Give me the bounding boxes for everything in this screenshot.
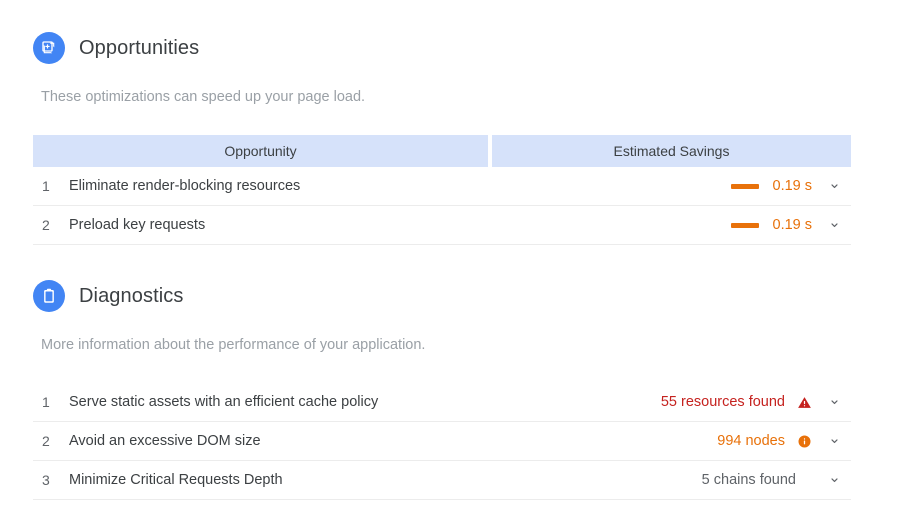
savings-bar-indicator bbox=[730, 222, 759, 228]
row-value-group: 994 nodes bbox=[717, 429, 846, 453]
opportunities-table-header: Opportunity Estimated Savings bbox=[33, 135, 851, 167]
table-row[interactable]: 2 Preload key requests 0.19 s bbox=[33, 206, 851, 245]
column-header-opportunity: Opportunity bbox=[33, 135, 488, 167]
row-index: 3 bbox=[42, 472, 50, 488]
row-index: 1 bbox=[42, 178, 50, 194]
row-label: Eliminate render-blocking resources bbox=[69, 177, 301, 194]
row-value: 0.19 s bbox=[772, 177, 813, 194]
lighthouse-report-page: Opportunities These optimizations can sp… bbox=[0, 0, 909, 523]
diagnostics-title: Diagnostics bbox=[79, 285, 184, 307]
row-value-group: 5 chains found bbox=[702, 468, 846, 492]
opportunities-section: Opportunities These optimizations can sp… bbox=[0, 32, 909, 245]
diagnostics-clipboard-icon bbox=[33, 280, 65, 312]
chevron-down-icon[interactable] bbox=[822, 390, 846, 414]
column-header-estimated-savings: Estimated Savings bbox=[492, 135, 851, 167]
warning-triangle-icon bbox=[796, 394, 812, 410]
row-index: 1 bbox=[42, 394, 50, 410]
row-value-group: 0.19 s bbox=[730, 174, 847, 198]
row-value: 5 chains found bbox=[701, 471, 796, 488]
table-row[interactable]: 2 Avoid an excessive DOM size 994 nodes bbox=[33, 422, 851, 461]
row-label: Avoid an excessive DOM size bbox=[69, 432, 261, 449]
row-label: Preload key requests bbox=[69, 216, 206, 233]
opportunities-header: Opportunities bbox=[0, 32, 909, 64]
row-value-group: 55 resources found bbox=[661, 390, 846, 414]
row-value: 994 nodes bbox=[717, 432, 785, 449]
chevron-down-icon[interactable] bbox=[822, 468, 846, 492]
table-row[interactable]: 3 Minimize Critical Requests Depth 5 cha… bbox=[33, 461, 851, 500]
row-value: 0.19 s bbox=[772, 216, 813, 233]
diagnostics-header: Diagnostics bbox=[0, 280, 909, 312]
diagnostics-table: 1 Serve static assets with an efficient … bbox=[33, 383, 851, 500]
row-index: 2 bbox=[42, 217, 50, 233]
opportunities-title: Opportunities bbox=[79, 37, 200, 59]
row-label: Serve static assets with an efficient ca… bbox=[69, 393, 379, 410]
table-row[interactable]: 1 Eliminate render-blocking resources 0.… bbox=[33, 167, 851, 206]
row-index: 2 bbox=[42, 433, 50, 449]
info-circle-icon bbox=[796, 433, 812, 449]
chevron-down-icon[interactable] bbox=[822, 429, 846, 453]
opportunities-subtitle: These optimizations can speed up your pa… bbox=[41, 89, 366, 105]
diagnostics-section: Diagnostics More information about the p… bbox=[0, 280, 909, 500]
table-row[interactable]: 1 Serve static assets with an efficient … bbox=[33, 383, 851, 422]
opportunities-badge-icon bbox=[33, 32, 65, 64]
chevron-down-icon[interactable] bbox=[822, 213, 846, 237]
row-value: 55 resources found bbox=[660, 393, 785, 410]
opportunities-table: Opportunity Estimated Savings 1 Eliminat… bbox=[33, 135, 851, 245]
chevron-down-icon[interactable] bbox=[822, 174, 846, 198]
row-value-group: 0.19 s bbox=[730, 213, 847, 237]
savings-bar-indicator bbox=[730, 183, 759, 189]
diagnostics-subtitle: More information about the performance o… bbox=[41, 337, 426, 353]
row-label: Minimize Critical Requests Depth bbox=[69, 471, 283, 488]
